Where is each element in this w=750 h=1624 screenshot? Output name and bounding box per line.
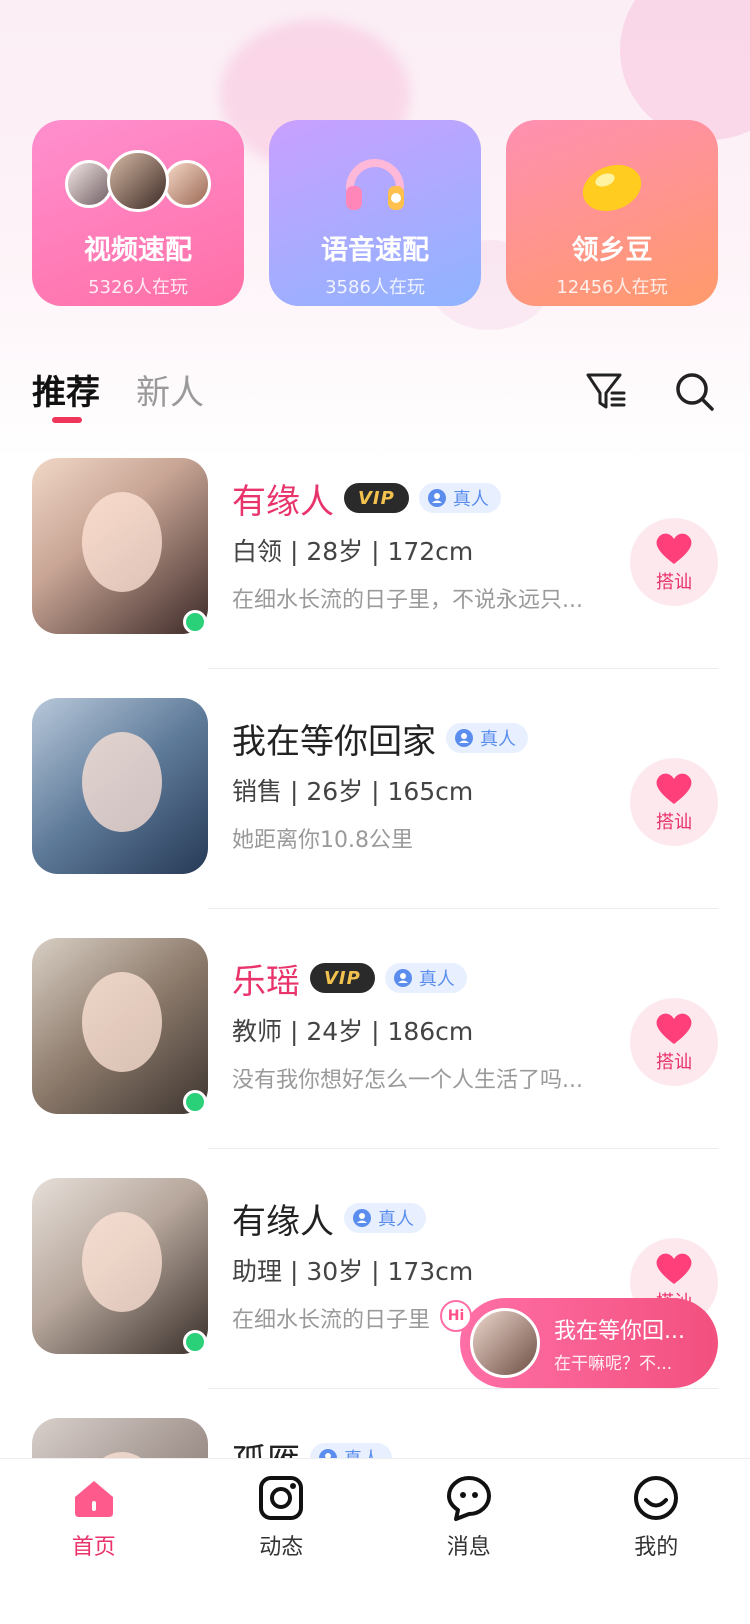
card-title: 视频速配 [84,235,192,266]
online-indicator [183,610,207,634]
user-bio: 在细水长流的日子里，不说永远只... [232,588,583,613]
real-label: 真人 [418,969,455,990]
list-item[interactable]: 我在等你回家 真人 销售 | 26岁 | 165cm 她距离你10.8公里 搭讪 [32,698,718,938]
divider [208,908,718,909]
camera-icon [259,1476,304,1520]
tab-bar: 推荐 新人 [32,365,718,425]
divider [208,1388,718,1389]
heart-icon [656,1253,692,1284]
user-photo[interactable] [32,458,208,634]
greet-button[interactable]: 搭讪 [630,518,718,606]
card-title: 领乡豆 [571,235,653,266]
bean-icon [582,164,642,212]
tab-underline [52,417,82,423]
avatar [470,1308,540,1378]
card-subtitle: 3586人在玩 [325,277,425,298]
user-name: 有缘人 [232,481,334,522]
headphones-icon [346,159,404,210]
card-subtitle: 5326人在玩 [88,277,188,298]
chat-popup[interactable]: 我在等你回... 在干嘛呢？不... [460,1298,718,1388]
divider [208,668,718,669]
real-person-badge: 真人 [344,1203,426,1233]
verified-icon [455,729,473,747]
greet-button[interactable]: 搭讪 [630,998,718,1086]
search-icon[interactable] [672,369,716,413]
nav-label: 首页 [71,1535,116,1560]
tab-recommend[interactable]: 推荐 [32,365,100,414]
nav-label: 动态 [259,1535,304,1560]
nav-moments[interactable]: 动态 [188,1459,376,1624]
smile-icon [634,1476,679,1520]
verified-icon [393,969,412,987]
online-indicator [183,1330,207,1354]
online-indicator [183,1090,207,1114]
list-item[interactable]: 有缘人 VIP 真人 白领 | 28岁 | 172cm 在细水长流的日子里，不说… [32,458,718,698]
bottom-nav: 首页 动态 消息 我的 [0,1458,750,1624]
heart-icon [656,1013,692,1044]
avatar [107,150,169,212]
hi-badge: Hi [440,1300,472,1332]
nav-messages[interactable]: 消息 [375,1459,563,1624]
message-icon [446,1476,491,1521]
real-person-badge: 真人 [384,963,467,993]
heart-icon [656,773,692,804]
video-match-card[interactable]: 视频速配 5326人在玩 [32,120,244,306]
vip-badge: VIP [310,963,375,993]
real-person-badge: 真人 [418,483,501,513]
user-meta: 助理 | 30岁 | 173cm [232,1257,474,1286]
bean-card[interactable]: 领乡豆 12456人在玩 [506,120,718,306]
heart-icon [656,533,692,564]
chat-message: 在干嘛呢？不... [554,1353,673,1374]
filter-icon[interactable] [584,369,628,413]
voice-match-card[interactable]: 语音速配 3586人在玩 [269,120,481,306]
user-meta: 教师 | 24岁 | 186cm [232,1017,474,1046]
user-meta: 销售 | 26岁 | 165cm [232,777,474,806]
real-label: 真人 [378,1209,414,1230]
home-icon [74,1481,113,1517]
user-bio: 没有我你想好怎么一个人生活了吗... [232,1068,583,1093]
user-name: 有缘人 [232,1201,334,1242]
nav-me[interactable]: 我的 [563,1459,750,1624]
user-meta: 白领 | 28岁 | 172cm [232,537,474,566]
verified-icon [353,1209,371,1227]
user-photo[interactable] [32,698,208,874]
greet-button[interactable]: 搭讪 [630,758,718,846]
avatar [163,160,211,208]
greet-label: 搭讪 [656,1052,692,1073]
nav-label: 消息 [446,1535,491,1560]
divider [208,1148,718,1149]
user-photo[interactable] [32,1178,208,1354]
card-subtitle: 12456人在玩 [556,277,668,298]
real-label: 真人 [452,489,489,510]
user-name: 我在等你回家 [232,721,436,762]
greet-label: 搭讪 [656,572,692,593]
user-bio: 她距离你10.8公里 [232,828,413,853]
greet-label: 搭讪 [656,812,692,833]
feature-cards: 视频速配 5326人在玩 语音速配 3586人在玩 领乡豆 12456人在玩 [32,120,718,306]
user-name: 乐瑶 [232,961,300,1002]
avatar-stack [65,150,211,220]
user-photo[interactable] [32,938,208,1114]
user-list: 有缘人 VIP 真人 白领 | 28岁 | 172cm 在细水长流的日子里，不说… [32,458,718,1624]
verified-icon [427,489,446,507]
nav-label: 我的 [634,1535,679,1560]
nav-home[interactable]: 首页 [0,1459,188,1624]
tab-new[interactable]: 新人 [136,365,204,414]
real-person-badge: 真人 [446,723,528,753]
vip-badge: VIP [344,483,409,513]
avatar [65,160,113,208]
list-item[interactable]: 乐瑶 VIP 真人 教师 | 24岁 | 186cm 没有我你想好怎么一个人生活… [32,938,718,1178]
real-label: 真人 [480,729,516,750]
card-title: 语音速配 [321,235,429,266]
chat-name: 我在等你回... [554,1318,685,1344]
